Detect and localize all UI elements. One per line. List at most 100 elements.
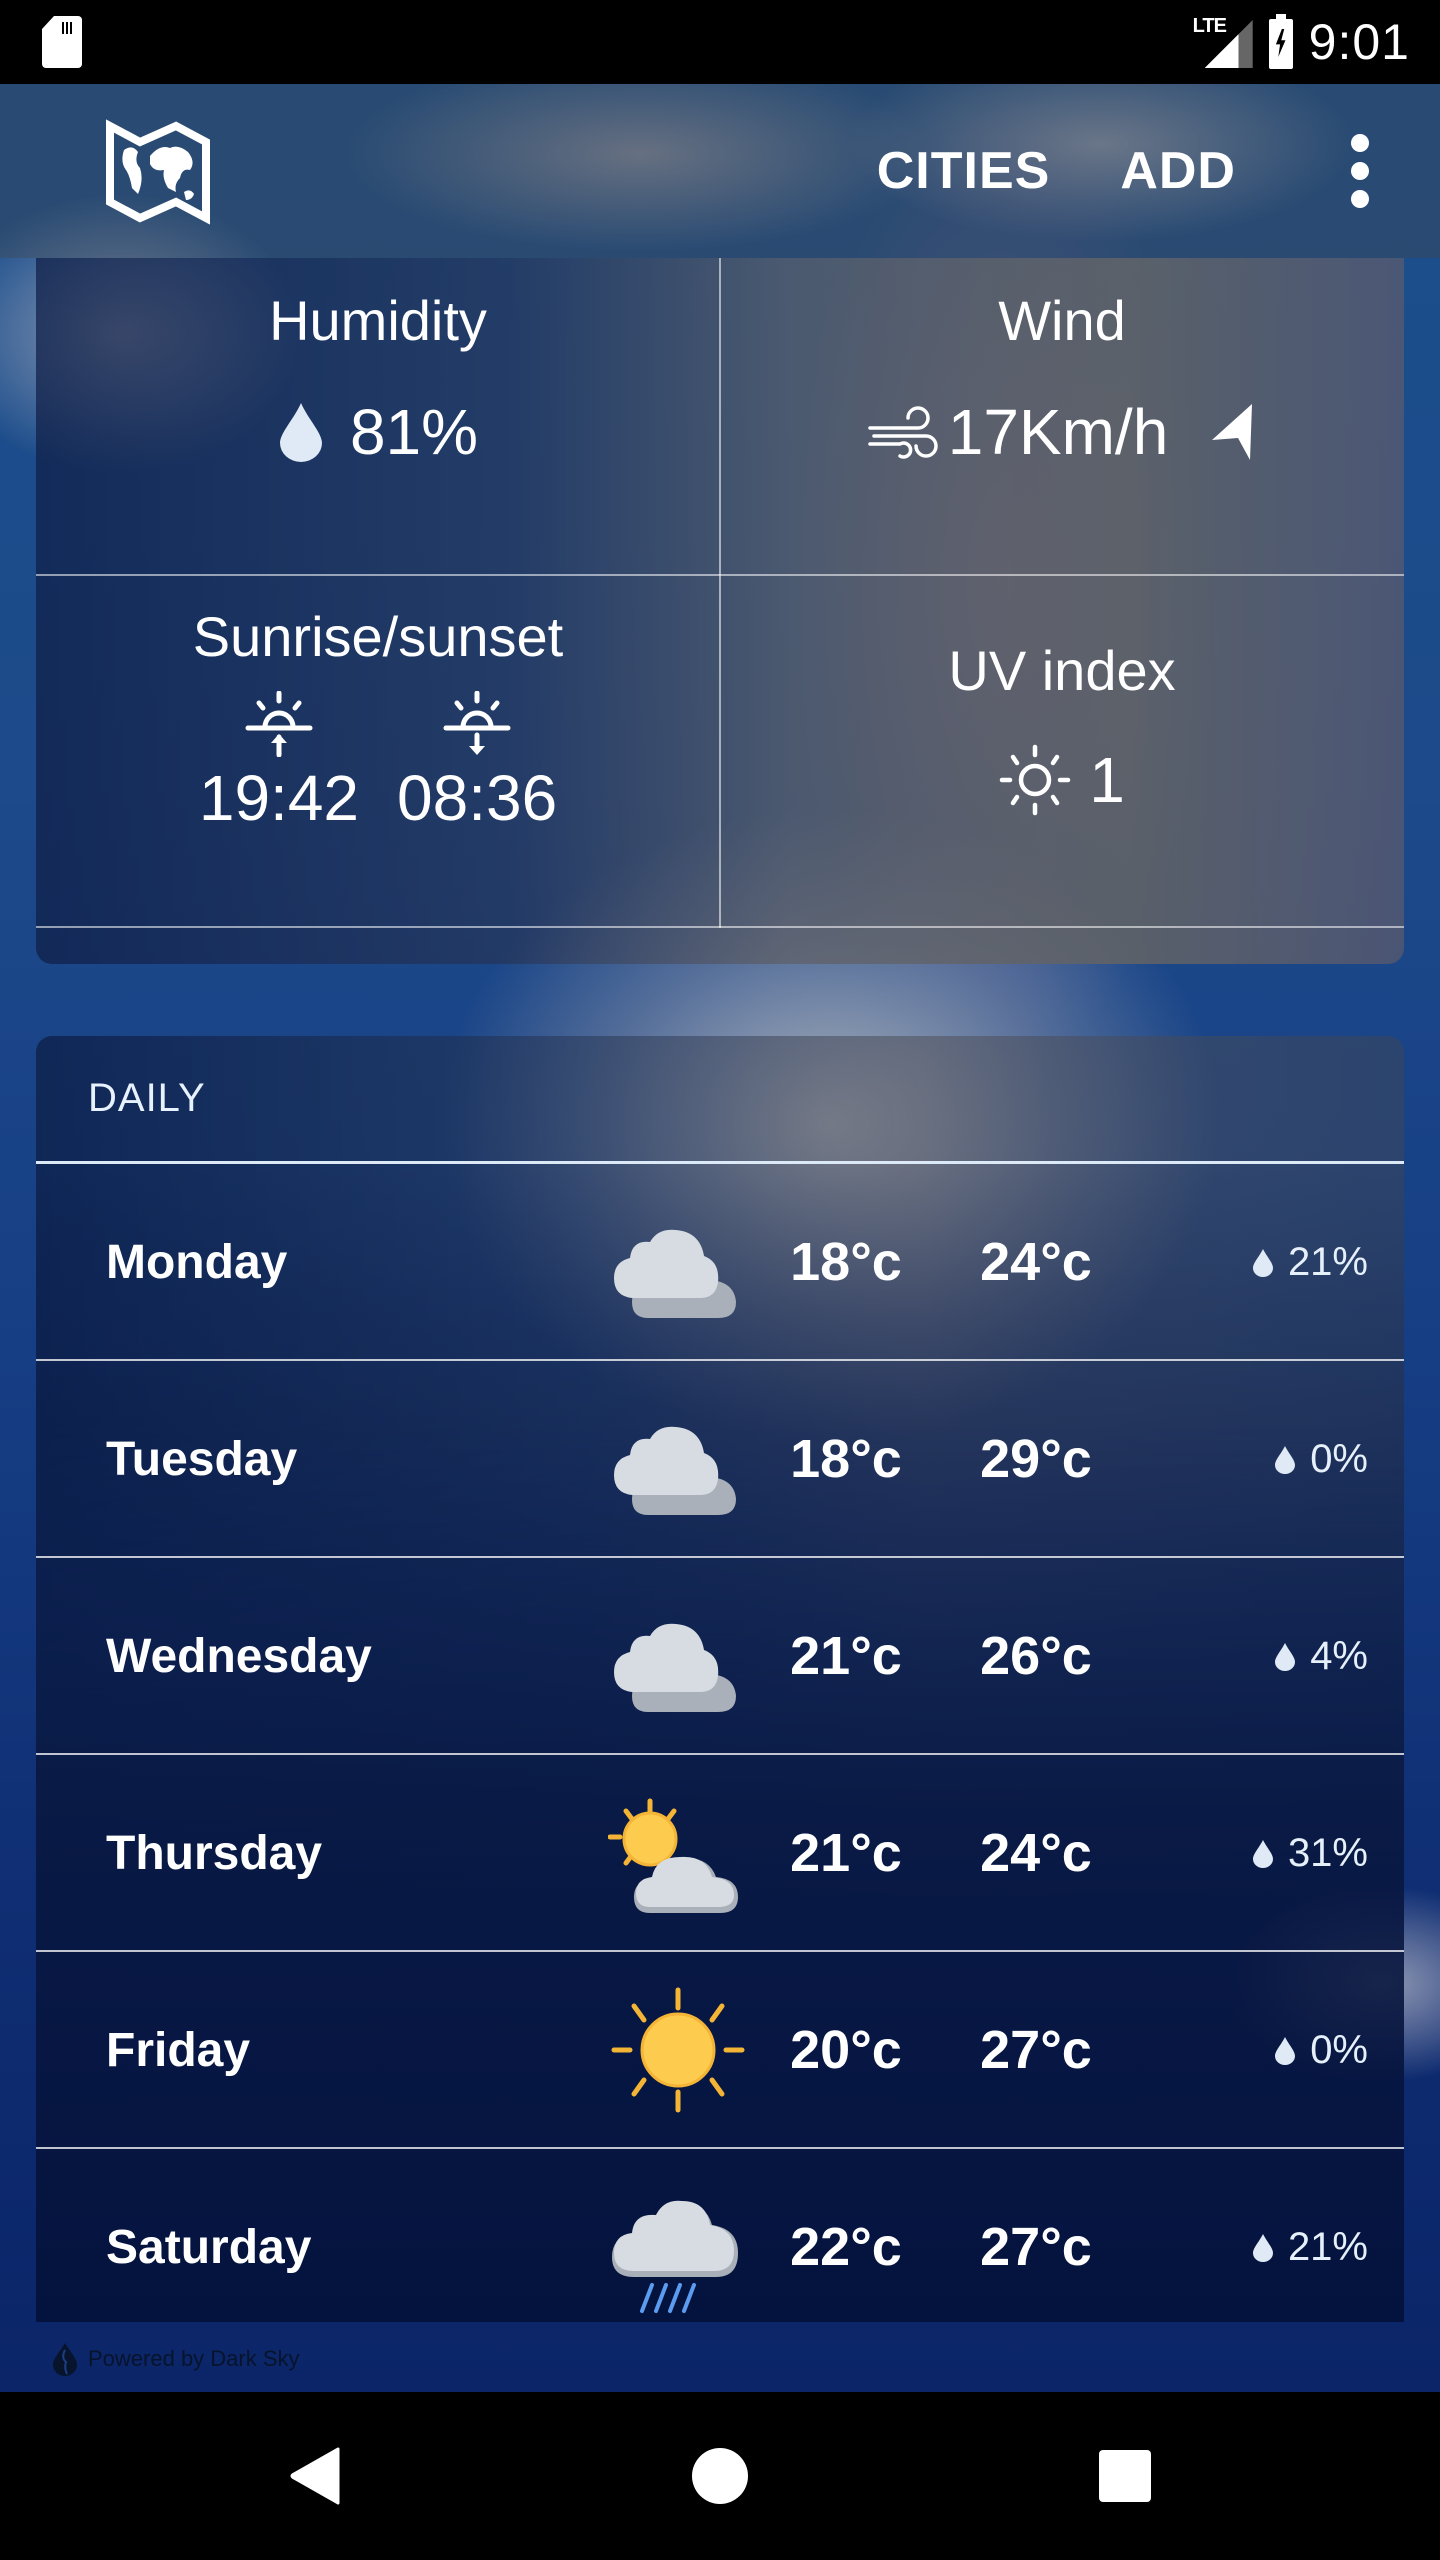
sunrise: 19:42 bbox=[199, 691, 359, 835]
clear-day-icon bbox=[611, 1987, 745, 2113]
lte-signal-icon: LTE bbox=[1193, 16, 1253, 68]
system-nav-bar bbox=[0, 2392, 1440, 2560]
precip-value: 31% bbox=[1287, 1831, 1368, 1875]
weather-condition bbox=[608, 1403, 748, 1523]
water-drop-icon bbox=[1252, 2233, 1273, 2262]
sunrise-time: 19:42 bbox=[198, 762, 359, 834]
uv-index-label: UV index bbox=[948, 639, 1176, 702]
precip-probability: 0% bbox=[1274, 1361, 1368, 1558]
partly-cloudy-icon bbox=[607, 1798, 738, 1913]
powered-by-text: Powered by Dark Sky bbox=[88, 2346, 300, 2371]
weather-condition bbox=[607, 1797, 748, 1917]
dark-sky-logo-icon bbox=[53, 2343, 77, 2376]
temp-min: 18°c bbox=[790, 1429, 902, 1489]
day-row[interactable]: Thursday 21°c 24°c 31% bbox=[36, 1755, 1404, 1952]
precip-value: 21% bbox=[1287, 1240, 1368, 1284]
humidity-value: 81% bbox=[349, 396, 479, 468]
temp-min: 20°c bbox=[790, 2020, 902, 2080]
day-name: Saturday bbox=[106, 2221, 312, 2274]
precip-value: 21% bbox=[1287, 2225, 1368, 2269]
humidity-cell: Humidity 81% bbox=[36, 288, 720, 469]
network-type-label: LTE bbox=[1192, 15, 1227, 37]
humidity-label: Humidity bbox=[269, 289, 487, 352]
precip-probability: 4% bbox=[1274, 1558, 1368, 1755]
sunset: 08:36 bbox=[397, 691, 557, 835]
day-row[interactable]: Tuesday 18°c 29°c 0% bbox=[36, 1361, 1404, 1558]
cloudy-icon bbox=[614, 1229, 736, 1318]
sunset-time: 08:36 bbox=[397, 762, 558, 834]
cloudy-icon bbox=[614, 1623, 736, 1712]
status-icons: LTE 9:01 bbox=[1193, 0, 1410, 84]
daily-forecast-panel: DAILY Monday 18°c 24°c 21% Tuesday 18°c … bbox=[36, 1036, 1404, 2322]
temp-min: 21°c bbox=[790, 1626, 902, 1686]
temp-max: 27°c bbox=[980, 2217, 1092, 2277]
temp-min: 18°c bbox=[790, 1232, 902, 1292]
sunrise-icon bbox=[245, 691, 313, 757]
more-vert-icon[interactable] bbox=[1330, 121, 1390, 221]
add-button[interactable]: ADD bbox=[1120, 141, 1236, 201]
day-row[interactable]: Monday 18°c 24°c 21% bbox=[36, 1164, 1404, 1361]
day-name: Monday bbox=[106, 1236, 288, 1289]
water-drop-icon bbox=[1275, 1642, 1296, 1671]
back-triangle-icon[interactable] bbox=[235, 2392, 395, 2560]
cities-button[interactable]: CITIES bbox=[877, 141, 1051, 201]
precip-probability: 0% bbox=[1274, 1952, 1368, 2149]
sun-outline-icon bbox=[999, 744, 1071, 816]
day-row[interactable]: Wednesday 21°c 26°c 4% bbox=[36, 1558, 1404, 1755]
sunset-icon bbox=[443, 691, 511, 755]
battery-charging-icon bbox=[1268, 14, 1293, 69]
home-circle-icon[interactable] bbox=[640, 2392, 800, 2560]
water-drop-icon bbox=[1252, 1839, 1273, 1868]
wind-speed-value: 17Km/h bbox=[947, 396, 1169, 468]
sunrise-sunset-cell: Sunrise/sunset 19:42 08:36 bbox=[36, 604, 720, 835]
precip-probability: 21% bbox=[1252, 2149, 1368, 2322]
temp-max: 24°c bbox=[980, 1823, 1092, 1883]
temp-min: 21°c bbox=[790, 1823, 902, 1883]
temp-max: 27°c bbox=[980, 2020, 1092, 2080]
precip-value: 0% bbox=[1310, 1437, 1368, 1481]
current-details-panel: Humidity 81% Wind 17Km/h Sunrise/sunset … bbox=[36, 258, 1404, 964]
temp-max: 29°c bbox=[980, 1429, 1092, 1489]
day-row[interactable]: Friday 20°c 27°c 0% bbox=[36, 1952, 1404, 2149]
precip-value: 0% bbox=[1310, 2028, 1368, 2072]
precip-probability: 21% bbox=[1252, 1164, 1368, 1361]
navigation-arrow-icon bbox=[1212, 404, 1253, 460]
weather-condition bbox=[608, 1987, 748, 2114]
temp-max: 26°c bbox=[980, 1626, 1092, 1686]
wind-cell: Wind 17Km/h bbox=[720, 288, 1404, 469]
water-drop-icon bbox=[279, 403, 322, 462]
daily-header: DAILY bbox=[36, 1036, 1404, 1164]
water-drop-icon bbox=[1252, 1248, 1273, 1277]
uv-index-value: 1 bbox=[1089, 744, 1125, 816]
weather-condition bbox=[608, 2191, 748, 2313]
rain-icon bbox=[612, 2200, 738, 2313]
temp-max: 24°c bbox=[980, 1232, 1092, 1292]
uv-index-cell: UV index 1 bbox=[720, 638, 1404, 817]
recents-square-icon[interactable] bbox=[1045, 2392, 1205, 2560]
wind-icon bbox=[867, 406, 938, 459]
water-drop-icon bbox=[1275, 1445, 1296, 1474]
sd-card-icon bbox=[42, 16, 82, 68]
day-row[interactable]: Saturday 22°c 27°c 21% bbox=[36, 2149, 1404, 2322]
precip-value: 4% bbox=[1310, 1634, 1368, 1678]
app-toolbar: CITIES ADD bbox=[0, 84, 1440, 258]
weather-app: CITIES ADD Humidity 81% Wind 17Km/h Sunr… bbox=[0, 84, 1440, 2392]
day-name: Friday bbox=[106, 2024, 251, 2077]
cloudy-icon bbox=[614, 1426, 736, 1515]
precip-probability: 31% bbox=[1252, 1755, 1368, 1952]
water-drop-icon bbox=[1275, 2036, 1296, 2065]
world-map-icon[interactable] bbox=[104, 118, 212, 226]
day-name: Tuesday bbox=[106, 1433, 298, 1486]
sunrise-sunset-label: Sunrise/sunset bbox=[192, 605, 564, 668]
day-name: Thursday bbox=[106, 1827, 323, 1880]
weather-condition bbox=[608, 1600, 748, 1720]
status-bar: LTE 9:01 bbox=[0, 0, 1440, 84]
grid-divider-horizontal bbox=[36, 574, 1404, 576]
powered-by-dark-sky[interactable]: Powered by Dark Sky bbox=[52, 2342, 300, 2376]
wind-label: Wind bbox=[998, 289, 1126, 352]
daily-title: DAILY bbox=[88, 1076, 206, 1120]
temp-min: 22°c bbox=[790, 2217, 902, 2277]
status-clock: 9:01 bbox=[1308, 14, 1410, 70]
toolbar-actions: CITIES ADD bbox=[877, 84, 1440, 258]
weather-condition bbox=[608, 1206, 748, 1326]
